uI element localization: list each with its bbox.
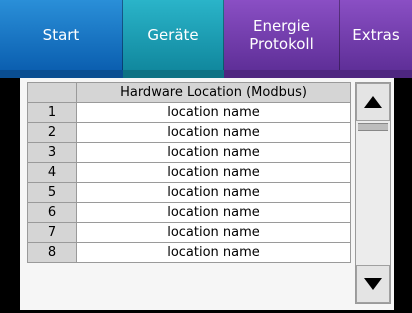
tab-energie-line1: Energie: [252, 17, 311, 35]
tab-purple-underline: [224, 70, 412, 78]
location-name-cell[interactable]: location name: [76, 142, 351, 163]
table-row[interactable]: 1 location name: [27, 102, 351, 123]
table-row[interactable]: 5 location name: [27, 182, 351, 203]
table-row[interactable]: 7 location name: [27, 222, 351, 243]
vertical-scrollbar[interactable]: [355, 82, 391, 304]
row-number: 6: [27, 202, 77, 223]
scroll-up-button[interactable]: [356, 83, 390, 121]
scroll-down-button[interactable]: [356, 265, 390, 303]
row-number: 7: [27, 222, 77, 243]
location-table: Hardware Location (Modbus) 1 location na…: [27, 82, 351, 263]
table-corner-cell: [27, 82, 77, 103]
tab-start[interactable]: Start: [0, 0, 123, 70]
content-panel: Hardware Location (Modbus) 1 location na…: [20, 78, 394, 310]
tab-underline: [0, 70, 412, 78]
table-row[interactable]: 2 location name: [27, 122, 351, 143]
table-row[interactable]: 3 location name: [27, 142, 351, 163]
location-name-cell[interactable]: location name: [76, 182, 351, 203]
tab-start-label: Start: [42, 26, 80, 44]
triangle-up-icon: [364, 96, 382, 108]
column-header-hardware-location: Hardware Location (Modbus): [76, 82, 351, 103]
tab-energie-protokoll[interactable]: Energie Protokoll: [224, 0, 340, 70]
location-name-cell[interactable]: location name: [76, 242, 351, 263]
location-name-cell[interactable]: location name: [76, 222, 351, 243]
row-number: 1: [27, 102, 77, 123]
row-number: 2: [27, 122, 77, 143]
table-row[interactable]: 8 location name: [27, 242, 351, 263]
tab-energie-protokoll-label: Energie Protokoll: [249, 17, 314, 53]
location-name-cell[interactable]: location name: [76, 102, 351, 123]
tab-start-underline: [0, 70, 123, 78]
tab-bar: Start Geräte Energie Protokoll Extras: [0, 0, 412, 78]
row-number: 3: [27, 142, 77, 163]
scroll-thumb[interactable]: [358, 123, 388, 131]
tab-extras[interactable]: Extras: [340, 0, 412, 70]
tab-energie-line2: Protokoll: [249, 35, 314, 53]
triangle-down-icon: [364, 278, 382, 290]
table-row[interactable]: 6 location name: [27, 202, 351, 223]
row-number: 8: [27, 242, 77, 263]
table-row[interactable]: 4 location name: [27, 162, 351, 183]
row-number: 5: [27, 182, 77, 203]
row-number: 4: [27, 162, 77, 183]
tab-geraete-label: Geräte: [147, 26, 199, 44]
location-name-cell[interactable]: location name: [76, 162, 351, 183]
tab-extras-label: Extras: [352, 26, 400, 44]
location-name-cell[interactable]: location name: [76, 202, 351, 223]
table-header-row: Hardware Location (Modbus): [27, 82, 351, 103]
tab-geraete-underline: [123, 70, 224, 78]
tab-geraete[interactable]: Geräte: [123, 0, 224, 70]
location-name-cell[interactable]: location name: [76, 122, 351, 143]
